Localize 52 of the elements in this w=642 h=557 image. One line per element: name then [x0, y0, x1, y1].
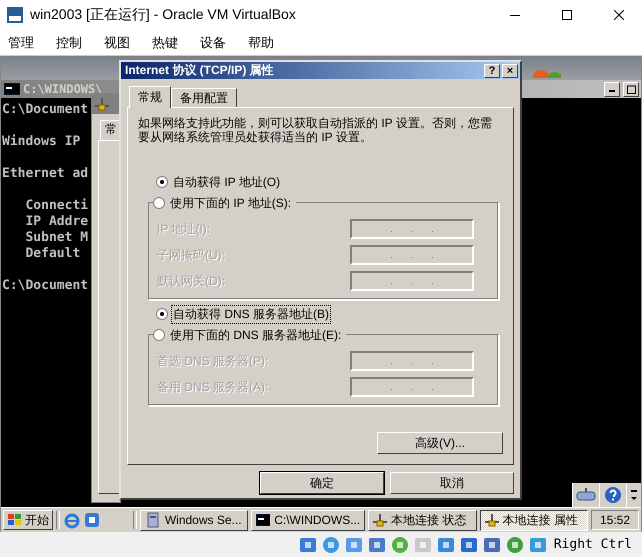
server-icon: [144, 512, 161, 528]
maximize-icon: [626, 84, 636, 94]
dialog-tab[interactable]: 常: [100, 120, 120, 140]
console-line: C:\Document: [2, 102, 88, 118]
menu-item[interactable]: 视图: [104, 34, 130, 52]
advanced-button[interactable]: 高级(V)...: [377, 432, 503, 454]
ip-address-field[interactable]: [350, 351, 474, 371]
console-icon: [4, 83, 20, 95]
menu-item[interactable]: 帮助: [248, 34, 274, 52]
close-button[interactable]: ×: [502, 64, 518, 78]
browser-icon[interactable]: [62, 511, 80, 529]
radio-option[interactable]: 自动获得 IP 地址(O): [138, 172, 503, 192]
ip-address-field[interactable]: [350, 271, 474, 291]
console-line: IP Addre: [24, 214, 88, 230]
taskbar-button[interactable]: 本地连接 属性: [480, 510, 588, 530]
menu-item[interactable]: 设备: [200, 34, 226, 52]
tab[interactable]: 常规: [129, 86, 171, 108]
clock: 15:52: [590, 510, 639, 530]
menu-item[interactable]: 管理: [8, 34, 34, 52]
taskbar-button[interactable]: 本地连接 状态: [368, 510, 477, 530]
menu-item[interactable]: 热键: [152, 34, 178, 52]
menu-item[interactable]: 控制: [56, 34, 82, 52]
console-line: Windows IP: [2, 134, 80, 150]
taskbar-button[interactable]: Windows Se...: [140, 510, 248, 530]
console-icon: [256, 514, 270, 526]
console-line: Ethernet ad: [2, 166, 88, 182]
console-line: Default: [24, 246, 80, 262]
taskbar-button[interactable]: C:\WINDOWS...: [251, 510, 366, 530]
app-icon: [6, 6, 24, 24]
ip-address-field[interactable]: [350, 219, 474, 239]
minimize-button[interactable]: [604, 82, 620, 96]
radio-option[interactable]: 自动获得 DNS 服务器地址(B): [138, 304, 503, 324]
window-title: win2003 [正在运行] - Oracle VM VirtualBox: [30, 6, 297, 24]
console-line: C:\Document: [2, 278, 88, 294]
console-line: Subnet M: [24, 230, 88, 246]
maximize-button[interactable]: [623, 82, 639, 96]
host-key-label: Right Ctrl: [554, 537, 632, 552]
ip-address-field[interactable]: [350, 245, 474, 265]
console-line: Connecti: [24, 198, 88, 214]
windows-flag-icon: [7, 513, 23, 527]
console-title: C:\WINDOWS\: [23, 82, 104, 96]
start-button[interactable]: 开始: [3, 510, 53, 530]
wallpaper-shape-icon: [531, 68, 561, 78]
dialog-title: Internet 协议 (TCP/IP) 属性: [125, 62, 275, 79]
maximize-icon: [562, 10, 572, 20]
dialog-button[interactable]: 取消: [390, 472, 514, 494]
dialog-button[interactable]: 确定: [260, 472, 384, 494]
ip-address-field[interactable]: [350, 377, 474, 397]
description-text: 如果网络支持此功能，则可以获取自动指派的 IP 设置。否则，您需要从网络系统管理员处获得适当的 IP 设置。: [138, 116, 493, 144]
close-icon: [614, 10, 624, 20]
help-button[interactable]: ?: [484, 64, 500, 78]
tab[interactable]: 备用配置: [171, 88, 237, 107]
